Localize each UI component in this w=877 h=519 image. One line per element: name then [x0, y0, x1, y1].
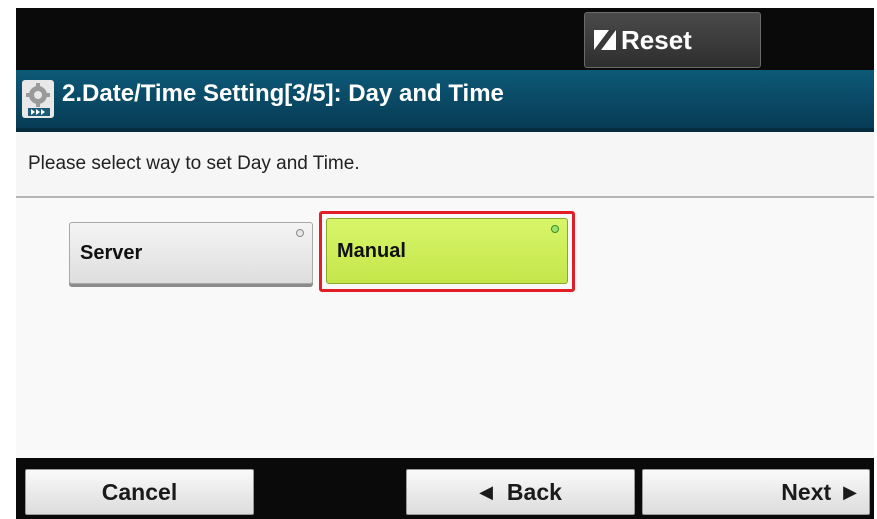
triangle-left-icon: ◀ — [479, 481, 493, 502]
title-bar: 2.Date/Time Setting[3/5]: Day and Time — [16, 70, 874, 132]
back-button[interactable]: ◀ Back — [406, 469, 635, 515]
back-label: Back — [506, 478, 562, 505]
next-label: Next — [781, 478, 832, 505]
device-screen: Reset 2.Date/Time Setting[3/5]: Day and … — [16, 8, 874, 519]
cancel-button[interactable]: Cancel — [25, 469, 254, 515]
option-area: Server Manual — [16, 198, 874, 458]
reset-button[interactable]: Reset — [584, 12, 761, 68]
server-option-button[interactable]: Server — [69, 222, 313, 284]
reset-icon — [593, 27, 619, 53]
instruction-text: Please select way to set Day and Time. — [28, 153, 360, 174]
triangle-right-icon: ▶ — [843, 481, 857, 502]
reset-label: Reset — [621, 24, 692, 55]
bottom-bar: Cancel ◀ Back Next ▶ — [16, 458, 874, 519]
top-bar: Reset — [16, 8, 874, 70]
manual-option-button[interactable]: Manual — [326, 218, 568, 284]
page-title: 2.Date/Time Setting[3/5]: Day and Time — [62, 80, 504, 107]
unselected-indicator-icon — [296, 229, 304, 237]
next-button[interactable]: Next ▶ — [642, 469, 870, 515]
instruction-message: Please select way to set Day and Time. — [16, 132, 874, 198]
settings-gear-icon — [22, 80, 54, 118]
server-option-label: Server — [80, 241, 143, 264]
selected-indicator-icon — [551, 225, 559, 233]
cancel-label: Cancel — [101, 478, 178, 505]
manual-option-label: Manual — [337, 239, 406, 262]
